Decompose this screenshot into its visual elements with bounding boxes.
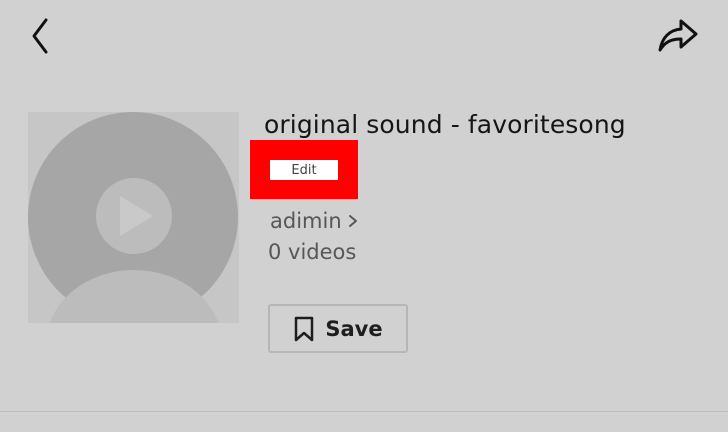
share-button[interactable] [656,18,700,54]
share-arrow-icon [658,19,698,52]
bookmark-icon [295,316,314,341]
sound-page: original sound - favoritesong Edit adimi… [0,0,728,432]
video-count: 0 videos [268,240,357,264]
divider [0,411,728,412]
sound-title: original sound - favoritesong [264,110,626,139]
chevron-right-icon [348,215,357,227]
save-button[interactable]: Save [268,304,408,353]
author-link[interactable]: adimin [270,209,358,233]
sound-cover-image[interactable] [28,112,239,323]
author-name: adimin [270,209,342,233]
back-button[interactable] [24,16,56,56]
save-label: Save [325,316,383,341]
edit-button[interactable]: Edit [270,160,338,180]
chevron-left-icon [32,18,48,54]
default-avatar-with-play-icon [28,112,239,323]
